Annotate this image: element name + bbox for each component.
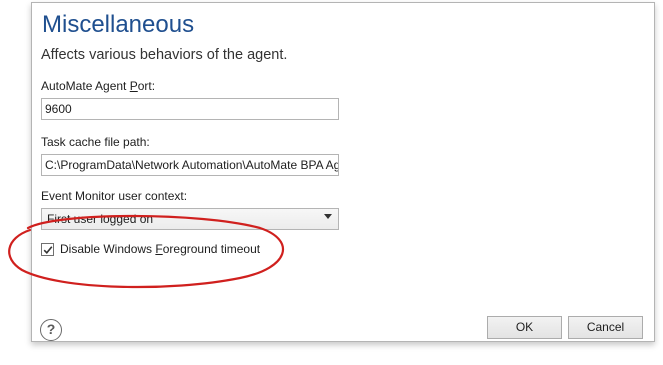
dialog-subtitle: Affects various behaviors of the agent. — [41, 47, 288, 63]
miscellaneous-dialog: Miscellaneous Affects various behaviors … — [31, 2, 655, 342]
agent-port-label: AutoMate Agent Port: — [41, 79, 155, 93]
dialog-title: Miscellaneous — [42, 11, 195, 38]
checkmark-icon — [43, 246, 53, 254]
foreground-label-post: oreground timeout — [162, 242, 261, 256]
disable-foreground-timeout-label: Disable Windows Foreground timeout — [60, 242, 260, 256]
task-cache-path-input[interactable]: C:\ProgramData\Network Automation\AutoMa… — [41, 154, 339, 176]
ok-button[interactable]: OK — [487, 316, 562, 339]
event-monitor-selected-value: First user logged on — [47, 212, 154, 226]
help-icon[interactable]: ? — [40, 319, 62, 341]
foreground-label-accel: F — [155, 242, 163, 256]
agent-port-input[interactable]: 9600 — [41, 98, 339, 120]
event-monitor-label: Event Monitor user context: — [41, 189, 188, 203]
cancel-button[interactable]: Cancel — [568, 316, 643, 339]
disable-foreground-timeout-checkbox[interactable] — [41, 243, 54, 256]
agent-port-label-post: ort: — [137, 79, 156, 93]
foreground-label-pre: Disable Windows — [60, 242, 156, 256]
agent-port-label-pre: AutoMate Agent — [41, 79, 130, 93]
task-cache-label: Task cache file path: — [41, 135, 150, 149]
chevron-down-icon — [324, 214, 332, 219]
event-monitor-select[interactable]: First user logged on — [41, 208, 339, 230]
agent-port-label-accel: P — [129, 79, 138, 93]
